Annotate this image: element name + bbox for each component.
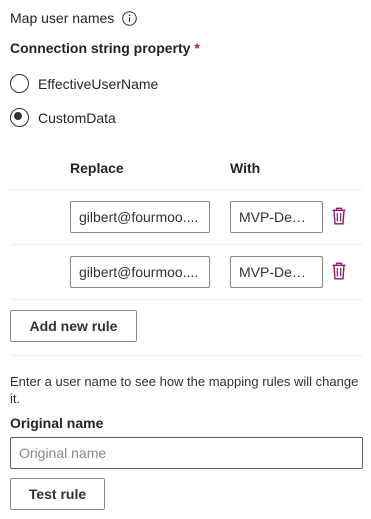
replace-field[interactable]: gilbert@fourmoo.... (70, 256, 210, 288)
connection-string-label: Connection string property * (10, 40, 200, 56)
info-icon[interactable] (122, 10, 138, 26)
radio-label: CustomData (38, 109, 116, 126)
connection-string-label-text: Connection string property (10, 40, 191, 56)
required-marker: * (194, 40, 200, 56)
original-name-label: Original name (10, 415, 104, 431)
section-title-text: Map user names (10, 10, 115, 26)
test-rule-button[interactable]: Test rule (10, 478, 105, 510)
table-divider (10, 244, 362, 245)
replace-field[interactable]: gilbert@fourmoo.... (70, 201, 210, 233)
trash-icon[interactable] (331, 207, 347, 225)
section-title: Map user names (10, 10, 138, 26)
with-field[interactable]: MVP-Dem... (230, 256, 323, 288)
column-header-with: With (230, 160, 261, 176)
radio-effective-user-name[interactable]: EffectiveUserName (10, 74, 158, 93)
original-name-input[interactable] (10, 437, 363, 469)
trash-icon[interactable] (331, 262, 347, 280)
table-divider (10, 189, 362, 190)
radio-unchecked-icon[interactable] (10, 74, 29, 93)
with-field[interactable]: MVP-Dem... (230, 201, 323, 233)
radio-custom-data[interactable]: CustomData (10, 108, 116, 127)
radio-checked-icon[interactable] (10, 108, 29, 127)
section-divider (10, 355, 362, 356)
add-new-rule-button[interactable]: Add new rule (10, 310, 137, 342)
helper-text: Enter a user name to see how the mapping… (10, 374, 359, 406)
column-header-replace: Replace (70, 160, 124, 176)
table-divider (10, 299, 362, 300)
radio-label: EffectiveUserName (38, 75, 159, 92)
